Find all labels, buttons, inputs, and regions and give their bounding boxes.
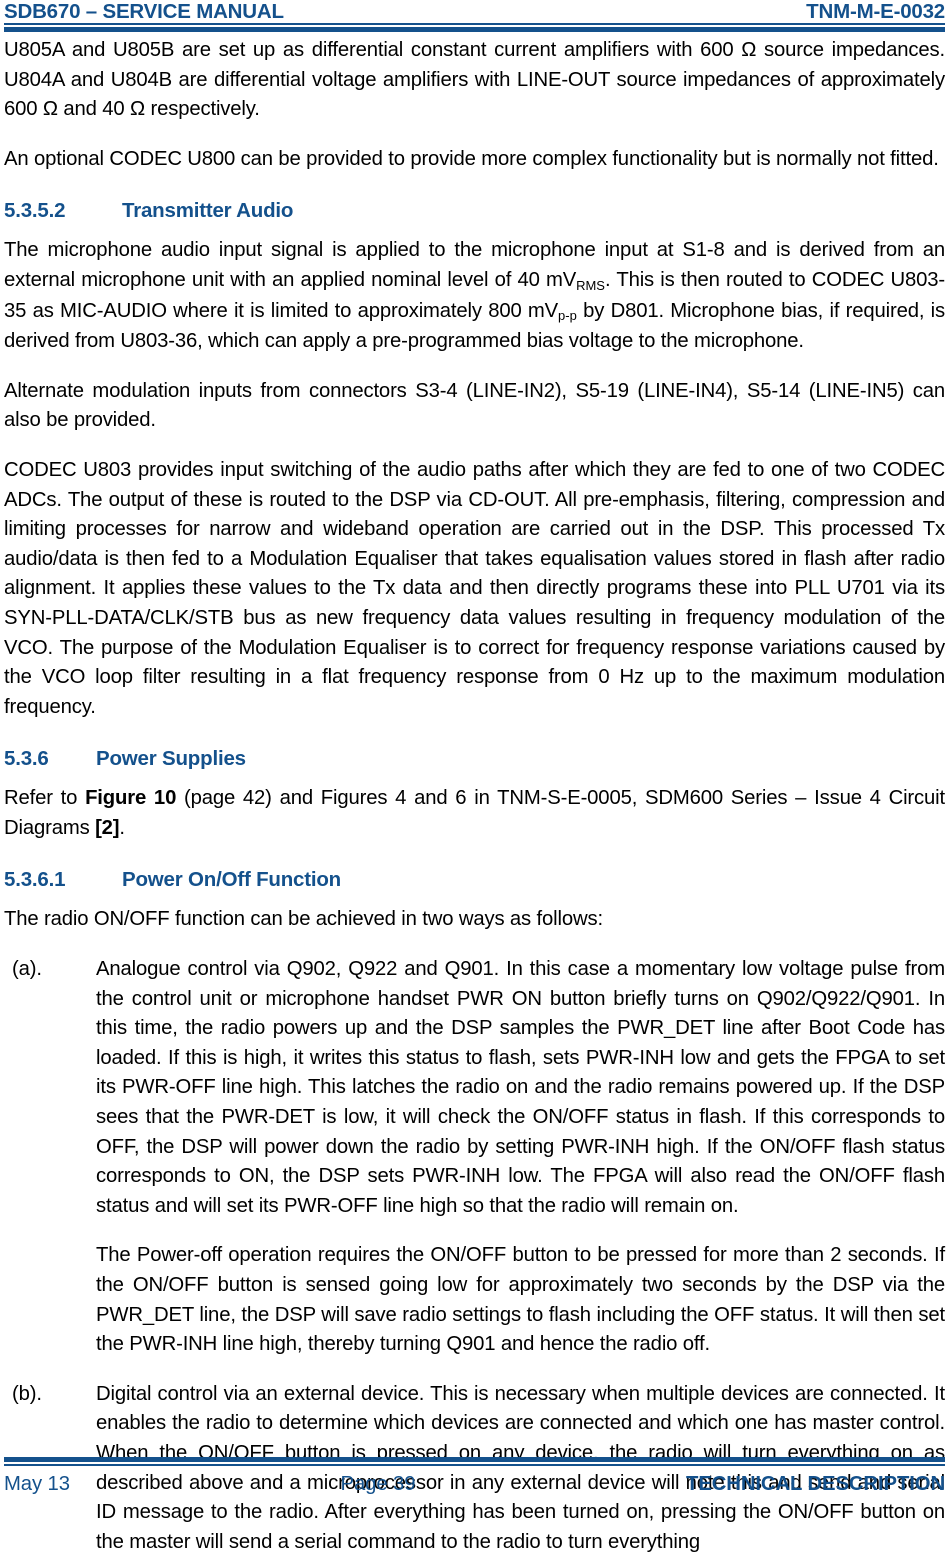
paragraph-refer-figures: Refer to Figure 10 (page 42) and Figures… — [4, 784, 945, 843]
list-item-a: (a). Analogue control via Q902, Q922 and… — [4, 955, 945, 1360]
heading-5-3-5-2: 5.3.5.2 Transmitter Audio — [4, 198, 945, 224]
paragraph-codec-u800: An optional CODEC U800 can be provided t… — [4, 147, 939, 170]
document-page: SDB670 – SERVICE MANUAL TNM-M-E-0032 U80… — [0, 0, 949, 1553]
list-item-a-paragraph-2: The Power-off operation requires the ON/… — [96, 1244, 945, 1356]
header-document-number: TNM-M-E-0032 — [806, 0, 945, 23]
header-manual-title: SDB670 – SERVICE MANUAL — [4, 0, 284, 23]
heading-5-3-6: 5.3.6 Power Supplies — [4, 746, 945, 772]
header-divider-rule — [4, 23, 945, 32]
heading-number: 5.3.6.1 — [4, 868, 66, 892]
reference-figure-10: Figure 10 — [85, 787, 177, 810]
header-rule-thick — [4, 27, 945, 32]
page-header: SDB670 – SERVICE MANUAL TNM-M-E-0032 — [4, 0, 945, 34]
list-marker-a: (a). — [12, 958, 42, 981]
paragraph-amplifiers: U805A and U805B are set up as differenti… — [4, 39, 945, 121]
heading-5-3-6-1: 5.3.6.1 Power On/Off Function — [4, 867, 945, 893]
footer-divider-rule — [4, 1457, 945, 1466]
page-content: U805A and U805B are set up as differenti… — [4, 36, 945, 1553]
list-item-a-body: Analogue control via Q902, Q922 and Q901… — [96, 955, 945, 1360]
heading-title: Transmitter Audio — [122, 199, 294, 223]
list-item-a-paragraph-1: Analogue control via Q902, Q922 and Q901… — [96, 958, 945, 1217]
header-row: SDB670 – SERVICE MANUAL TNM-M-E-0032 — [4, 0, 945, 23]
paragraph-onoff-intro: The radio ON/OFF function can be achieve… — [4, 908, 603, 931]
heading-title: Power On/Off Function — [122, 868, 342, 892]
heading-title: Power Supplies — [96, 747, 246, 771]
page-footer: May 13 Page 39 TECHNICAL DESCRIPTION — [4, 1457, 945, 1505]
footer-section-label: TECHNICAL DESCRIPTION — [686, 1473, 945, 1495]
footer-page-number: Page 39 — [340, 1473, 416, 1495]
heading-number: 5.3.6 — [4, 747, 49, 771]
footer-row: May 13 Page 39 TECHNICAL DESCRIPTION — [4, 1472, 945, 1496]
subscript-p-p: p-p — [558, 308, 577, 324]
refer-text-part-3: . — [119, 816, 125, 839]
paragraph-microphone-audio: The microphone audio input signal is app… — [4, 236, 945, 356]
paragraph-codec-u803: CODEC U803 provides input switching of t… — [4, 458, 945, 718]
paragraph-alternate-modulation: Alternate modulation inputs from connect… — [4, 379, 945, 432]
refer-text-part-1: Refer to — [4, 787, 86, 810]
heading-number: 5.3.5.2 — [4, 199, 66, 223]
reference-citation-2: [2] — [95, 816, 120, 839]
footer-rule-thin — [4, 1464, 945, 1466]
footer-date: May 13 — [4, 1473, 70, 1495]
subscript-rms: RMS — [576, 277, 605, 293]
